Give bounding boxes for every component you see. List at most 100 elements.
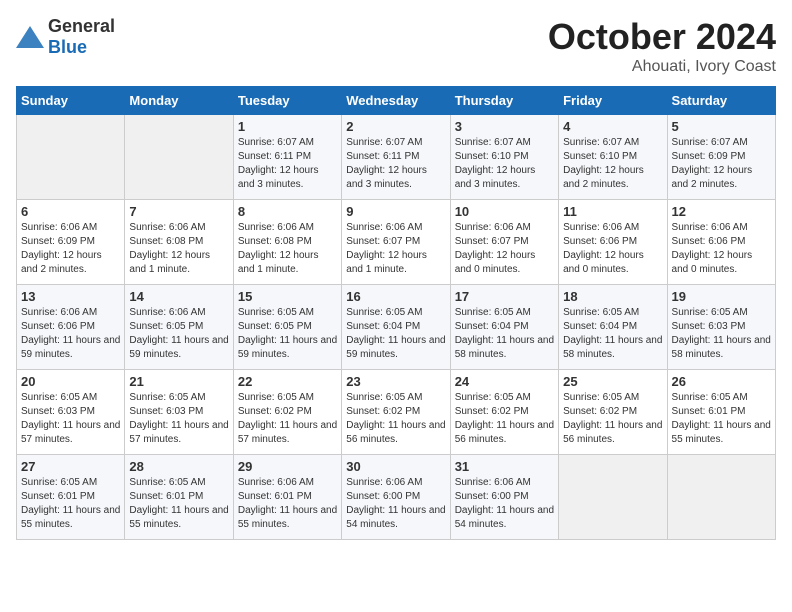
calendar-cell: 14 Sunrise: 6:06 AM Sunset: 6:05 PM Dayli… [125,285,233,370]
day-info: Sunrise: 6:05 AM Sunset: 6:02 PM Dayligh… [346,391,445,447]
day-info: Sunrise: 6:05 AM Sunset: 6:02 PM Dayligh… [455,391,554,447]
day-number: 29 [238,459,337,474]
day-info: Sunrise: 6:05 AM Sunset: 6:04 PM Dayligh… [346,306,445,362]
logo-icon [16,26,44,48]
calendar-cell: 10Sunrise: 6:06 AM Sunset: 6:07 PM Dayli… [450,200,558,285]
day-info: Sunrise: 6:07 AM Sunset: 6:11 PM Dayligh… [346,136,445,192]
day-info: Sunrise: 6:06 AM Sunset: 6:01 PM Dayligh… [238,476,337,532]
calendar-cell [125,115,233,200]
day-number: 18 [563,289,662,304]
day-info: Sunrise: 6:05 AM Sunset: 6:03 PM Dayligh… [129,391,228,447]
title-area: October 2024 Ahouati, Ivory Coast [548,16,776,76]
calendar-cell: 18 Sunrise: 6:05 AM Sunset: 6:04 PM Dayli… [559,285,667,370]
day-info: Sunrise: 6:06 AM Sunset: 6:07 PM Dayligh… [455,221,554,277]
calendar-table: SundayMondayTuesdayWednesdayThursdayFrid… [16,86,776,540]
calendar-cell: 6Sunrise: 6:06 AM Sunset: 6:09 PM Daylig… [17,200,125,285]
day-info: Sunrise: 6:06 AM Sunset: 6:07 PM Dayligh… [346,221,445,277]
calendar-cell: 2 Sunrise: 6:07 AM Sunset: 6:11 PM Daylig… [342,115,450,200]
calendar-cell [559,455,667,540]
day-info: Sunrise: 6:05 AM Sunset: 6:02 PM Dayligh… [563,391,662,447]
day-number: 25 [563,374,662,389]
day-number: 21 [129,374,228,389]
day-number: 14 [129,289,228,304]
day-info: Sunrise: 6:06 AM Sunset: 6:00 PM Dayligh… [346,476,445,532]
calendar-cell: 7Sunrise: 6:06 AM Sunset: 6:08 PM Daylig… [125,200,233,285]
day-info: Sunrise: 6:07 AM Sunset: 6:09 PM Dayligh… [672,136,771,192]
calendar-cell: 19 Sunrise: 6:05 AM Sunset: 6:03 PM Dayli… [667,285,775,370]
calendar-cell: 23 Sunrise: 6:05 AM Sunset: 6:02 PM Dayli… [342,370,450,455]
calendar-cell: 8Sunrise: 6:06 AM Sunset: 6:08 PM Daylig… [233,200,341,285]
calendar-cell: 21 Sunrise: 6:05 AM Sunset: 6:03 PM Dayli… [125,370,233,455]
calendar-cell: 22 Sunrise: 6:05 AM Sunset: 6:02 PM Dayli… [233,370,341,455]
day-number: 20 [21,374,120,389]
weekday-header-cell: Friday [559,87,667,115]
day-number: 22 [238,374,337,389]
day-info: Sunrise: 6:07 AM Sunset: 6:11 PM Dayligh… [238,136,337,192]
calendar-cell: 25 Sunrise: 6:05 AM Sunset: 6:02 PM Dayli… [559,370,667,455]
day-info: Sunrise: 6:07 AM Sunset: 6:10 PM Dayligh… [563,136,662,192]
day-number: 9 [346,204,445,219]
day-number: 5 [672,119,771,134]
day-info: Sunrise: 6:05 AM Sunset: 6:03 PM Dayligh… [672,306,771,362]
logo-blue: Blue [48,37,87,57]
day-number: 30 [346,459,445,474]
calendar-cell: 20 Sunrise: 6:05 AM Sunset: 6:03 PM Dayli… [17,370,125,455]
day-info: Sunrise: 6:05 AM Sunset: 6:03 PM Dayligh… [21,391,120,447]
weekday-header-cell: Monday [125,87,233,115]
calendar-cell: 24 Sunrise: 6:05 AM Sunset: 6:02 PM Dayli… [450,370,558,455]
day-info: Sunrise: 6:06 AM Sunset: 6:06 PM Dayligh… [563,221,662,277]
day-number: 7 [129,204,228,219]
day-number: 4 [563,119,662,134]
day-info: Sunrise: 6:05 AM Sunset: 6:01 PM Dayligh… [21,476,120,532]
weekday-header-row: SundayMondayTuesdayWednesdayThursdayFrid… [17,87,776,115]
day-number: 17 [455,289,554,304]
weekday-header-cell: Wednesday [342,87,450,115]
day-number: 1 [238,119,337,134]
calendar-cell: 4 Sunrise: 6:07 AM Sunset: 6:10 PM Daylig… [559,115,667,200]
day-info: Sunrise: 6:06 AM Sunset: 6:00 PM Dayligh… [455,476,554,532]
day-info: Sunrise: 6:06 AM Sunset: 6:08 PM Dayligh… [238,221,337,277]
calendar-cell: 9 Sunrise: 6:06 AM Sunset: 6:07 PM Daylig… [342,200,450,285]
calendar-cell: 27Sunrise: 6:05 AM Sunset: 6:01 PM Dayli… [17,455,125,540]
day-number: 13 [21,289,120,304]
calendar-cell: 13Sunrise: 6:06 AM Sunset: 6:06 PM Dayli… [17,285,125,370]
weekday-header-cell: Saturday [667,87,775,115]
page-header: General Blue October 2024 Ahouati, Ivory… [16,16,776,76]
calendar-cell: 12Sunrise: 6:06 AM Sunset: 6:06 PM Dayli… [667,200,775,285]
day-info: Sunrise: 6:06 AM Sunset: 6:09 PM Dayligh… [21,221,120,277]
calendar-cell: 31Sunrise: 6:06 AM Sunset: 6:00 PM Dayli… [450,455,558,540]
weekday-header-cell: Sunday [17,87,125,115]
day-info: Sunrise: 6:05 AM Sunset: 6:04 PM Dayligh… [563,306,662,362]
calendar-cell: 1 Sunrise: 6:07 AM Sunset: 6:11 PM Daylig… [233,115,341,200]
calendar-cell: 26Sunrise: 6:05 AM Sunset: 6:01 PM Dayli… [667,370,775,455]
day-number: 24 [455,374,554,389]
day-number: 16 [346,289,445,304]
day-number: 11 [563,204,662,219]
calendar-cell: 17Sunrise: 6:05 AM Sunset: 6:04 PM Dayli… [450,285,558,370]
calendar-cell [667,455,775,540]
day-info: Sunrise: 6:05 AM Sunset: 6:01 PM Dayligh… [129,476,228,532]
day-info: Sunrise: 6:05 AM Sunset: 6:02 PM Dayligh… [238,391,337,447]
day-number: 3 [455,119,554,134]
day-number: 19 [672,289,771,304]
calendar-body: 1 Sunrise: 6:07 AM Sunset: 6:11 PM Daylig… [17,115,776,540]
calendar-cell [17,115,125,200]
calendar-cell: 28Sunrise: 6:05 AM Sunset: 6:01 PM Dayli… [125,455,233,540]
weekday-header-cell: Thursday [450,87,558,115]
calendar-cell: 5 Sunrise: 6:07 AM Sunset: 6:09 PM Daylig… [667,115,775,200]
calendar-cell: 16 Sunrise: 6:05 AM Sunset: 6:04 PM Dayli… [342,285,450,370]
day-number: 12 [672,204,771,219]
logo: General Blue [16,16,115,58]
calendar-cell: 3Sunrise: 6:07 AM Sunset: 6:10 PM Daylig… [450,115,558,200]
calendar-week-row: 1 Sunrise: 6:07 AM Sunset: 6:11 PM Daylig… [17,115,776,200]
day-number: 2 [346,119,445,134]
day-number: 23 [346,374,445,389]
day-info: Sunrise: 6:05 AM Sunset: 6:01 PM Dayligh… [672,391,771,447]
month-title: October 2024 [548,16,776,58]
day-info: Sunrise: 6:06 AM Sunset: 6:05 PM Dayligh… [129,306,228,362]
calendar-cell: 15Sunrise: 6:05 AM Sunset: 6:05 PM Dayli… [233,285,341,370]
calendar-week-row: 27Sunrise: 6:05 AM Sunset: 6:01 PM Dayli… [17,455,776,540]
calendar-cell: 11 Sunrise: 6:06 AM Sunset: 6:06 PM Dayli… [559,200,667,285]
calendar-week-row: 20 Sunrise: 6:05 AM Sunset: 6:03 PM Dayli… [17,370,776,455]
calendar-week-row: 6Sunrise: 6:06 AM Sunset: 6:09 PM Daylig… [17,200,776,285]
